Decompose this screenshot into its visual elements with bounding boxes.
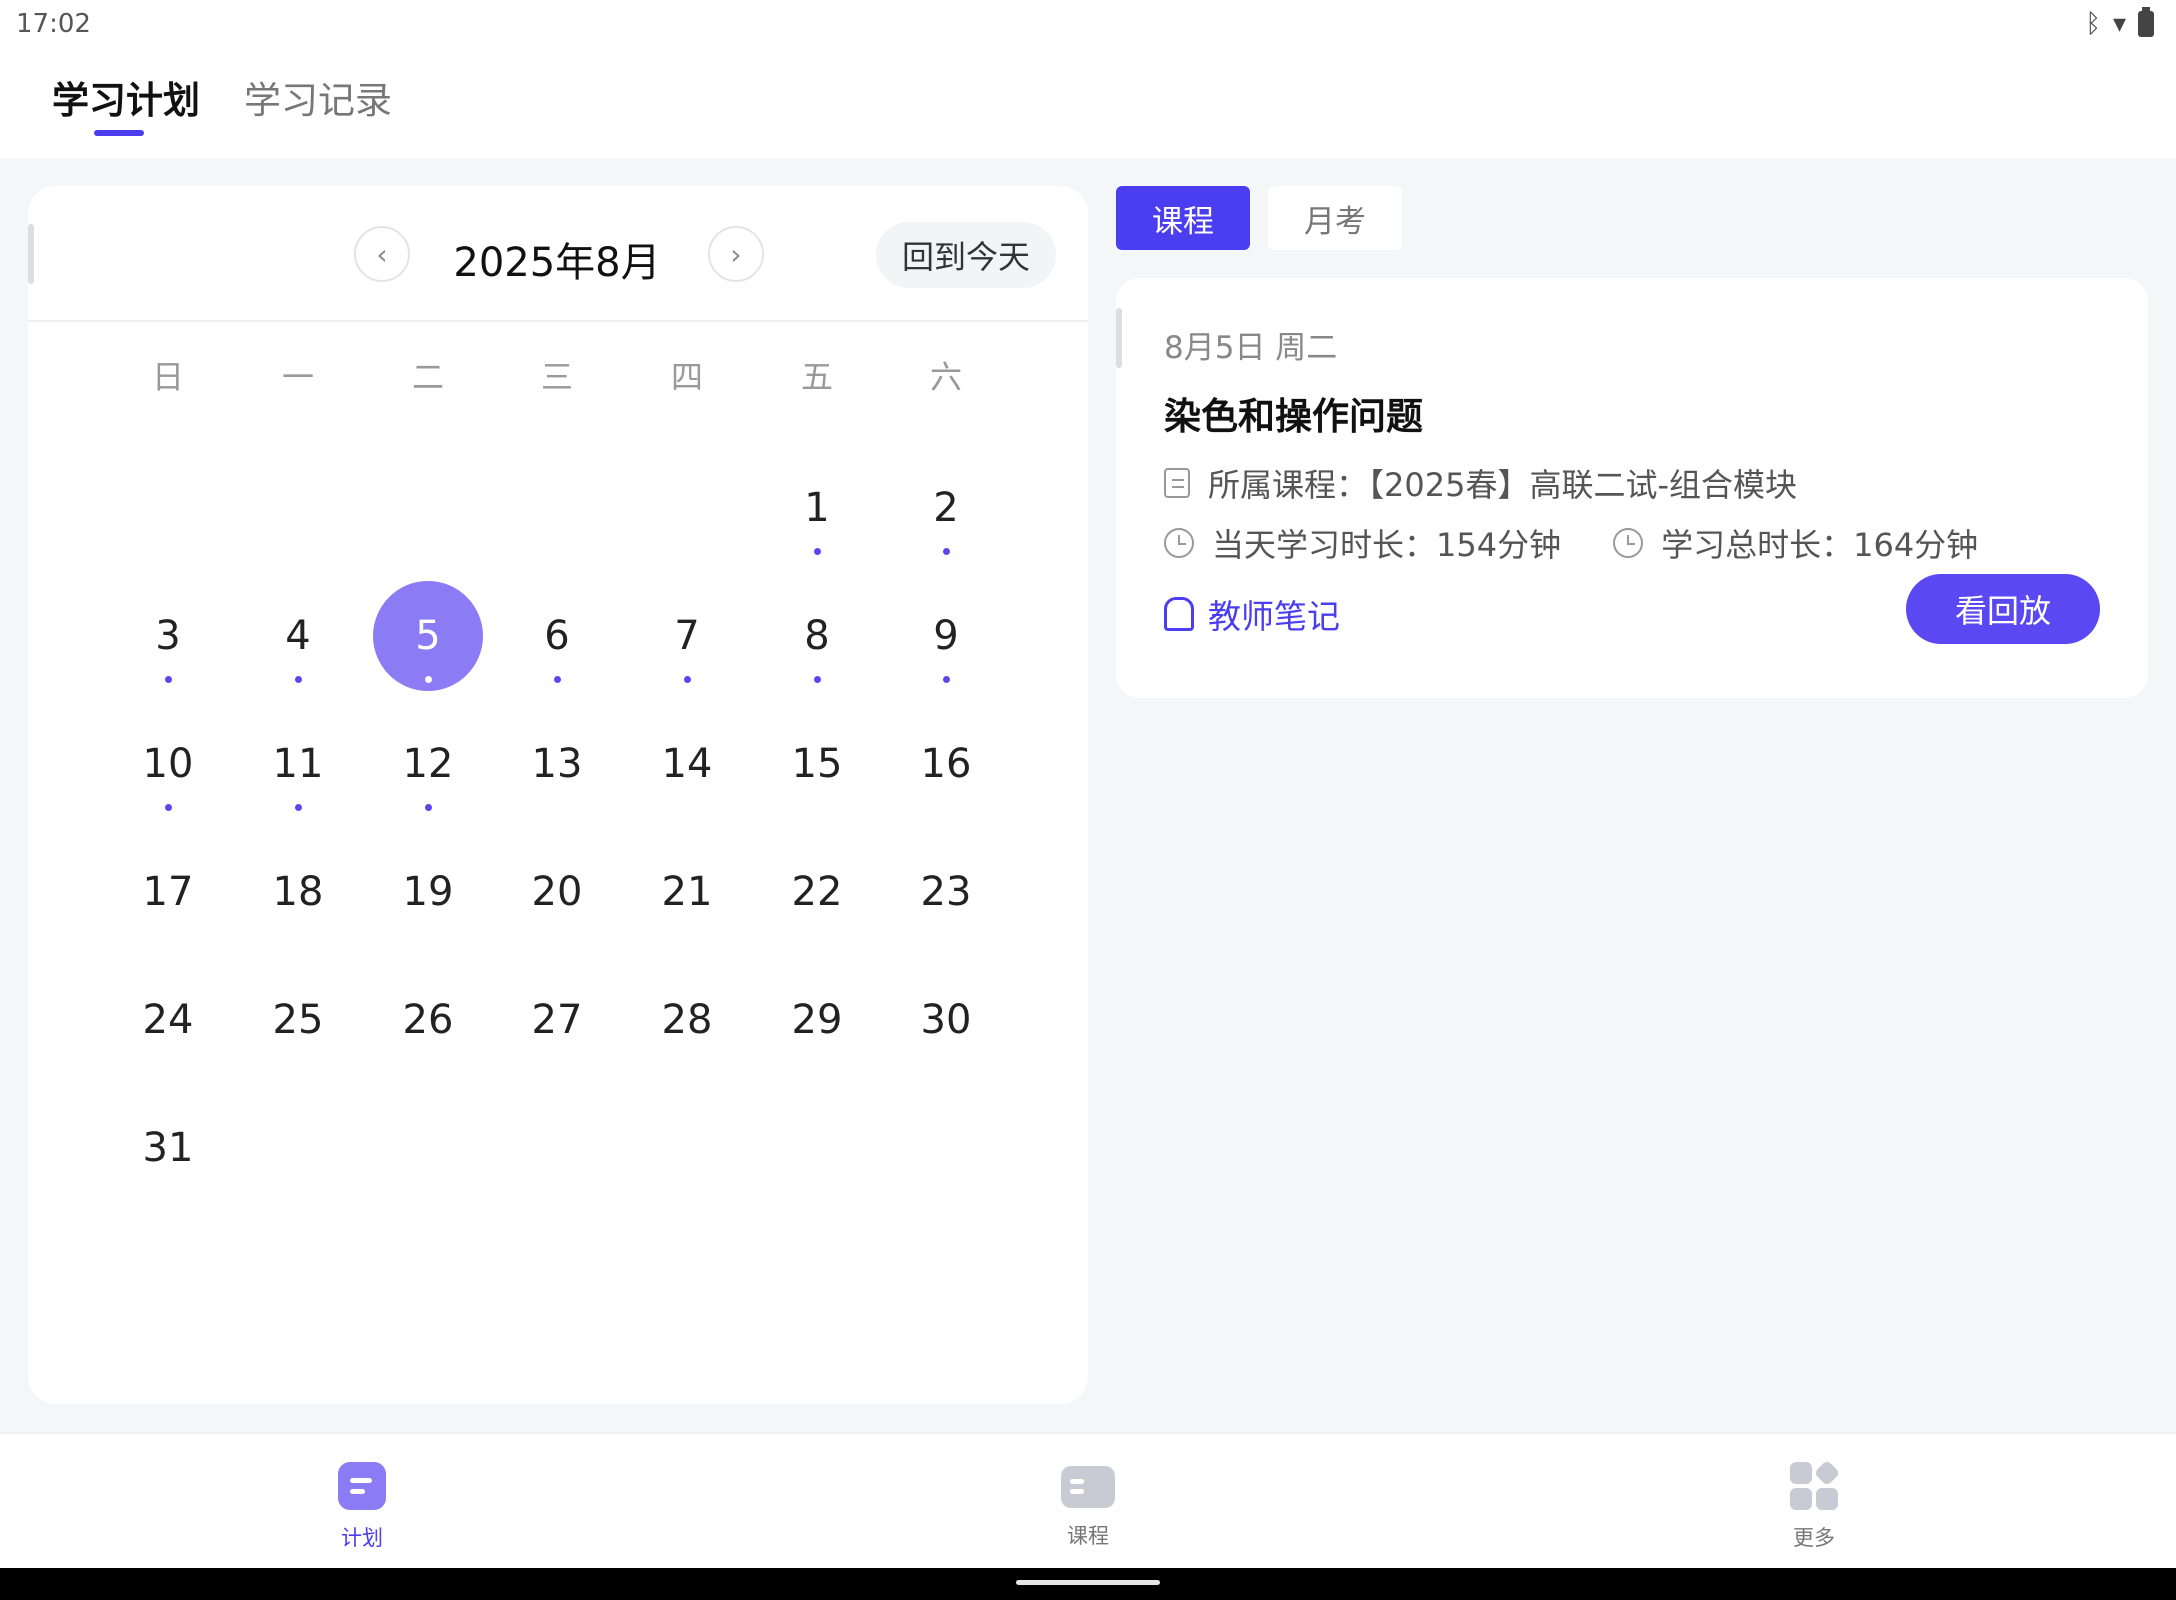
lesson-card[interactable]: 8月5日 周二 染色和操作问题 所属课程：【2025春】高联二试-组合模块 当天…: [1116, 278, 2148, 698]
calendar-day[interactable]: 1: [762, 453, 872, 563]
has-lesson-dot: [425, 676, 432, 683]
nav-item-plan[interactable]: 计划: [302, 1462, 422, 1552]
status-time: 17:02: [16, 9, 91, 39]
home-indicator[interactable]: [1016, 1580, 1160, 1585]
next-month-button[interactable]: ›: [708, 226, 764, 282]
card-edge: [1116, 308, 1122, 368]
calendar-day[interactable]: 23: [891, 837, 1001, 947]
course-icon: [1061, 1466, 1115, 1508]
calendar-day[interactable]: 2: [891, 453, 1001, 563]
calendar-day[interactable]: 30: [891, 965, 1001, 1075]
calendar-day[interactable]: 13: [502, 709, 612, 819]
tab-course[interactable]: 课程: [1116, 186, 1250, 250]
has-lesson-dot: [165, 804, 172, 811]
day-duration: 当天学习时长：154分钟: [1212, 526, 1562, 564]
calendar-day[interactable]: 7: [632, 581, 742, 691]
calendar-day[interactable]: 17: [113, 837, 223, 947]
calendar-day[interactable]: 3: [113, 581, 223, 691]
calendar-day[interactable]: 25: [243, 965, 353, 1075]
lesson-title: 染色和操作问题: [1164, 395, 1423, 438]
weekday-label: 五: [800, 358, 833, 396]
calendar-card: ‹ 2025年8月 › 回到今天 日一二三四五六 1 2 3 4 5 6 7 8 9 10 11 12…: [28, 186, 1088, 1404]
calendar-day[interactable]: 27: [502, 965, 612, 1075]
calendar-day[interactable]: 16: [891, 709, 1001, 819]
calendar-day[interactable]: 4: [243, 581, 353, 691]
calendar-day[interactable]: 29: [762, 965, 872, 1075]
weekday-label: 六: [929, 358, 962, 396]
wifi-icon: ▾: [2112, 9, 2126, 39]
month-title: 2025年8月: [453, 240, 661, 286]
calendar-day[interactable]: 10: [113, 709, 223, 819]
top-tabs: 学习计划 学习记录: [0, 48, 2176, 158]
weekday-label: 三: [540, 358, 573, 396]
tab-monthly-exam[interactable]: 月考: [1268, 186, 1402, 250]
calendar-day[interactable]: 11: [243, 709, 353, 819]
tab-study-plan[interactable]: 学习计划: [52, 48, 200, 158]
has-lesson-dot: [554, 676, 561, 683]
calendar-day[interactable]: 20: [502, 837, 612, 947]
calendar-day[interactable]: 14: [632, 709, 742, 819]
total-duration: 学习总时长：164分钟: [1661, 526, 1979, 564]
calendar-day-selected[interactable]: 5: [373, 581, 483, 691]
nav-label-plan: 计划: [341, 1526, 383, 1550]
nav-label-course: 课程: [1067, 1524, 1109, 1548]
prev-month-button[interactable]: ‹: [354, 226, 410, 282]
chevron-left-icon: ‹: [376, 237, 388, 271]
bottom-nav: 计划 课程 更多: [0, 1432, 2176, 1568]
document-icon: [1164, 468, 1190, 498]
teacher-notes-link[interactable]: 教师笔记: [1164, 590, 1340, 638]
has-lesson-dot: [943, 676, 950, 683]
teacher-notes-label: 教师笔记: [1208, 597, 1340, 636]
has-lesson-dot: [425, 804, 432, 811]
watch-replay-button[interactable]: 看回放: [1906, 574, 2100, 644]
history-icon: [1613, 528, 1644, 558]
has-lesson-dot: [684, 676, 691, 683]
calendar-day[interactable]: 12: [373, 709, 483, 819]
system-nav-bar: [0, 1568, 2176, 1600]
calendar-day[interactable]: 21: [632, 837, 742, 947]
has-lesson-dot: [295, 676, 302, 683]
sub-tabs: 课程 月考: [1116, 186, 1402, 250]
calendar-day[interactable]: 19: [373, 837, 483, 947]
plan-icon: [338, 1462, 386, 1510]
back-to-today-button[interactable]: 回到今天: [875, 222, 1056, 288]
nav-item-more[interactable]: 更多: [1754, 1459, 1874, 1552]
weekday-label: 二: [411, 358, 444, 396]
calendar-day[interactable]: 31: [113, 1093, 223, 1203]
more-icon: [1790, 1459, 1841, 1510]
calendar-day[interactable]: 24: [113, 965, 223, 1075]
nav-item-course[interactable]: 课程: [1028, 1462, 1148, 1550]
clock-icon: [1164, 528, 1194, 558]
calendar-day[interactable]: 26: [373, 965, 483, 1075]
duration-row: 当天学习时长：154分钟 学习总时长：164分钟: [1164, 520, 1978, 566]
chevron-right-icon: ›: [730, 237, 742, 271]
course-label: 所属课程：【2025春】高联二试-组合模块: [1208, 466, 1797, 504]
status-icons: ᛒ ▾: [2085, 7, 2154, 39]
calendar-day[interactable]: 18: [243, 837, 353, 947]
calendar-day[interactable]: 22: [762, 837, 872, 947]
calendar-day[interactable]: 6: [502, 581, 612, 691]
has-lesson-dot: [165, 676, 172, 683]
battery-icon: [2138, 7, 2154, 37]
bluetooth-icon: ᛒ: [2085, 9, 2101, 39]
has-lesson-dot: [943, 548, 950, 555]
has-lesson-dot: [814, 548, 821, 555]
weekday-label: 四: [670, 358, 703, 396]
status-bar: 17:02 ᛒ ▾: [0, 0, 2176, 48]
calendar-day[interactable]: 8: [762, 581, 872, 691]
tab-study-record[interactable]: 学习记录: [244, 48, 392, 158]
notes-icon: [1164, 597, 1194, 631]
calendar-day[interactable]: 9: [891, 581, 1001, 691]
weekday-label: 日: [151, 358, 184, 396]
weekday-label: 一: [281, 358, 314, 396]
calendar-day[interactable]: 15: [762, 709, 872, 819]
nav-label-more: 更多: [1793, 1526, 1835, 1550]
has-lesson-dot: [814, 676, 821, 683]
lesson-date: 8月5日 周二: [1164, 330, 1338, 366]
course-info-row: 所属课程：【2025春】高联二试-组合模块: [1164, 460, 1797, 506]
calendar-header: ‹ 2025年8月 › 回到今天: [28, 186, 1088, 322]
calendar-day[interactable]: 28: [632, 965, 742, 1075]
has-lesson-dot: [295, 804, 302, 811]
